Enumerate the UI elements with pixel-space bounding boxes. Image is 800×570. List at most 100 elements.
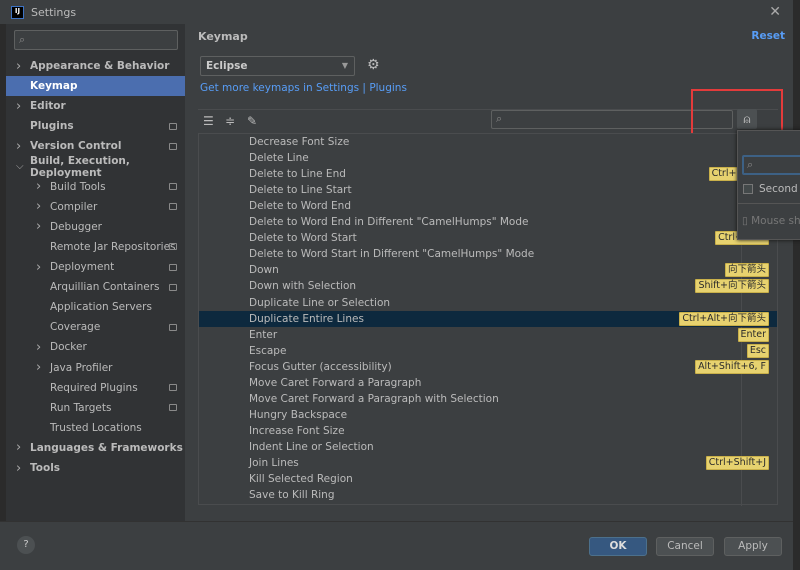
sidebar-item[interactable]: › Languages & Frameworks (6, 438, 185, 458)
action-row[interactable]: Save to Kill Ring (199, 487, 777, 503)
sidebar-item-label: Java Profiler (50, 361, 113, 374)
keymap-panel: Keymap Reset Eclipse ▼ ⚙ Get more keymaps… (185, 24, 793, 521)
action-row[interactable]: Down with Selection Shift+向下箭头 (199, 278, 777, 294)
shortcut-badge: Alt+Shift+6, F (695, 359, 769, 374)
shortcut-input[interactable]: ⌕ (742, 155, 800, 175)
sidebar-item[interactable]: Required Plugins (6, 378, 185, 398)
action-row[interactable]: Delete to Word Start in Different "Camel… (199, 246, 777, 262)
sidebar-item[interactable]: › Tools (6, 458, 185, 478)
collapse-all-icon[interactable]: ≑ (225, 114, 235, 128)
action-row[interactable]: Delete to Word End in Different "CamelHu… (199, 214, 777, 230)
sidebar-item[interactable]: › Appearance & Behavior (6, 56, 185, 76)
checkbox-icon (743, 184, 753, 194)
sidebar-item[interactable]: › Version Control (6, 136, 185, 156)
action-row[interactable]: Increase Font Size (199, 423, 777, 439)
action-row[interactable]: Kill Selected Region (199, 471, 777, 487)
action-row[interactable]: Down 向下箭头 (199, 262, 777, 278)
edit-pencil-icon[interactable]: ✎ (247, 114, 257, 128)
search-icon: ⌕ (19, 33, 26, 46)
shortcut-badge: Enter (737, 327, 769, 342)
action-row[interactable]: Indent Line or Selection (199, 439, 777, 455)
chevron-right-icon[interactable]: › (36, 260, 41, 275)
sidebar-item[interactable]: Keymap (6, 76, 185, 97)
sidebar-item[interactable]: › Java Profiler (6, 358, 185, 378)
sidebar-item[interactable]: Trusted Locations (6, 418, 185, 438)
action-row[interactable]: Move Caret Forward a Paragraph (199, 375, 777, 391)
action-name: Delete to Word End in Different "CamelHu… (249, 216, 529, 229)
sidebar-item[interactable]: › Debugger (6, 217, 185, 237)
chevron-right-icon[interactable]: › (16, 59, 21, 74)
plugins-link[interactable]: Plugins (369, 82, 407, 94)
sidebar-item-label: Debugger (50, 220, 102, 233)
action-row[interactable]: Duplicate Line or Selection (199, 295, 777, 311)
sidebar-item[interactable]: Plugins (6, 116, 185, 136)
search-icon: ⌕ (496, 112, 503, 125)
apply-button[interactable]: Apply (724, 537, 782, 556)
chevron-right-icon[interactable]: › (16, 461, 21, 476)
help-button[interactable]: ? (17, 536, 35, 554)
action-name: Duplicate Entire Lines (249, 312, 364, 325)
close-icon[interactable]: ✕ (769, 4, 781, 20)
chevron-right-icon[interactable]: › (36, 360, 41, 375)
action-row[interactable]: Delete to Line EndCtrl+Shift+ (199, 166, 777, 182)
chevron-right-icon[interactable]: › (16, 139, 21, 154)
action-row[interactable]: Join Lines Ctrl+Shift+J (199, 455, 777, 471)
sidebar-item-label: Appearance & Behavior (30, 60, 170, 72)
sidebar-search-input[interactable]: ⌕ (14, 30, 178, 50)
second-stroke-checkbox[interactable]: Second s (743, 183, 800, 195)
action-row[interactable]: Decrease Font Size (199, 134, 777, 150)
action-row[interactable]: Delete to Word StartCtrl+Back (199, 230, 777, 246)
sidebar-item-label: Required Plugins (50, 381, 138, 394)
settings-sidebar: ⌕ › Appearance & Behavior Keymap › Editor Plu… (6, 24, 185, 521)
chevron-right-icon[interactable]: › (36, 179, 41, 194)
action-name: Move Caret Forward a Paragraph (249, 376, 422, 389)
gear-icon[interactable]: ⚙ (367, 57, 380, 73)
sidebar-item-label: Build, Execution, Deployment (30, 154, 130, 179)
chevron-right-icon[interactable]: › (36, 340, 41, 355)
cancel-button[interactable]: Cancel (656, 537, 714, 556)
chevron-right-icon[interactable]: › (36, 219, 41, 234)
chevron-right-icon[interactable]: › (16, 99, 21, 114)
chevron-right-icon[interactable]: › (16, 440, 21, 455)
sidebar-item[interactable]: › Editor (6, 96, 185, 116)
project-level-icon (169, 263, 177, 271)
action-name: Down (249, 264, 279, 277)
shortcut-badge: Shift+向下箭头 (695, 279, 769, 294)
chevron-right-icon[interactable]: › (36, 199, 41, 214)
reset-link[interactable]: Reset (751, 30, 785, 42)
action-row[interactable]: Focus Gutter (accessibility) Alt+Shift+6,… (199, 359, 777, 375)
action-row[interactable]: Duplicate Entire Lines Ctrl+Alt+向下箭头 (199, 310, 777, 327)
action-row[interactable]: Enter Enter (199, 327, 777, 343)
sidebar-item[interactable]: ⌵ Build, Execution, Deployment (6, 154, 185, 179)
sidebar-item[interactable]: Remote Jar Repositories (6, 237, 185, 257)
sidebar-item[interactable]: › Deployment (6, 257, 185, 277)
sidebar-item[interactable]: Run Targets (6, 398, 185, 418)
expand-all-icon[interactable]: ☰ (203, 114, 214, 128)
sidebar-item[interactable]: Arquillian Containers (6, 277, 185, 297)
project-level-icon (169, 203, 177, 211)
action-row[interactable]: Hungry Backspace (199, 407, 777, 423)
action-row[interactable]: Delete to Word EndCtrl+ (199, 198, 777, 214)
chevron-down-icon[interactable]: ⌵ (16, 161, 24, 172)
get-more-keymaps-link[interactable]: Get more keymaps in Settings (200, 82, 359, 94)
sidebar-item[interactable]: › Compiler (6, 197, 185, 217)
mouse-shortcut-label: Mouse sh (751, 215, 800, 227)
action-row[interactable]: Delete to Line Start (199, 182, 777, 198)
sidebar-item-label: Languages & Frameworks (30, 441, 183, 454)
action-row[interactable]: Move Caret Forward a Paragraph with Sele… (199, 391, 777, 407)
sidebar-item[interactable]: Coverage (6, 317, 185, 337)
action-row[interactable]: Delete Line (199, 150, 777, 166)
settings-dialog: IJ Settings ✕ ⌕ › Appearance & Behavior Ke… (0, 0, 793, 570)
sidebar-item-label: Application Servers (50, 301, 152, 314)
keymap-select[interactable]: Eclipse ▼ (200, 56, 355, 76)
mouse-shortcut-option[interactable]: ▯ Mouse sh (742, 215, 800, 227)
sidebar-item-label: Tools (30, 462, 61, 474)
shortcut-badge: Esc (746, 343, 769, 358)
sidebar-item[interactable]: › Build Tools (6, 177, 185, 197)
action-row[interactable]: Escape Esc (199, 343, 777, 359)
sidebar-item[interactable]: › Docker (6, 337, 185, 357)
ok-button[interactable]: OK (589, 537, 647, 556)
action-name: Escape (249, 344, 287, 357)
sidebar-item[interactable]: Application Servers (6, 297, 185, 317)
shortcut-badge: 向下箭头 (724, 263, 769, 278)
